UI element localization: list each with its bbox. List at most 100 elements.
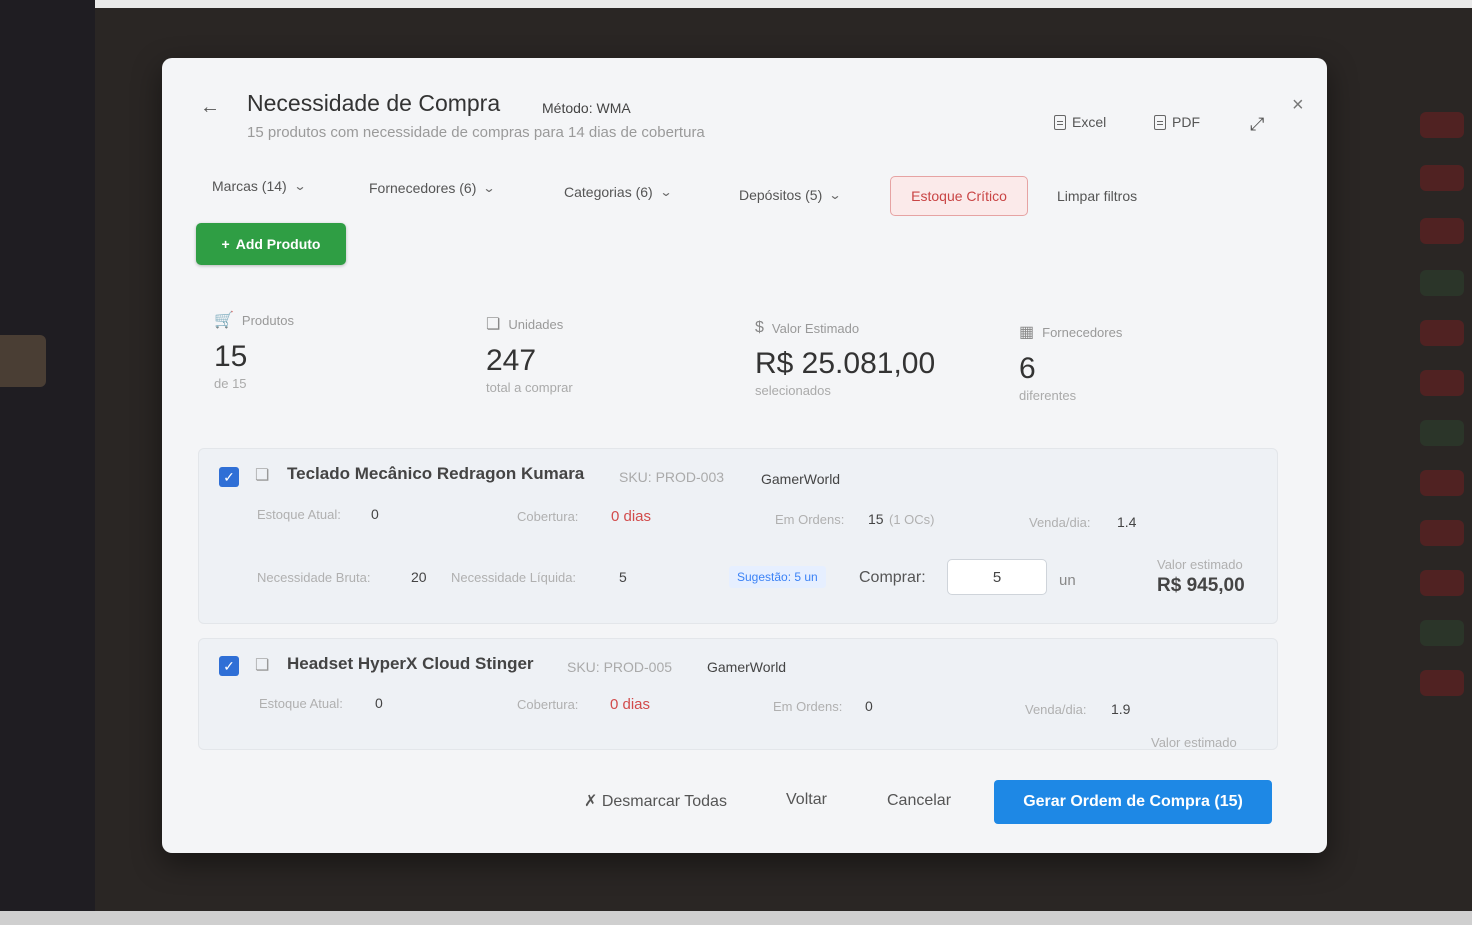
bruta-value: 20 <box>411 569 427 585</box>
background-row <box>1420 570 1464 596</box>
clear-filters-link[interactable]: Limpar filtros <box>1057 188 1137 204</box>
liquida-label: Necessidade Líquida: <box>451 570 577 585</box>
chevron-down-icon: ⌄ <box>482 181 496 195</box>
stat-valor-sub: selecionados <box>755 383 831 398</box>
pdf-button[interactable]: PDF <box>1154 114 1200 130</box>
valor-estimado-label: Valor estimado <box>1157 557 1243 572</box>
product-checkbox[interactable]: ✓ <box>219 656 239 676</box>
excel-button[interactable]: Excel <box>1054 114 1106 130</box>
background-row <box>1420 420 1464 446</box>
stat-valor: $ Valor Estimado R$ 25.081,00 selecionado… <box>755 319 935 398</box>
valor-estimado-label: Valor estimado <box>1151 735 1237 750</box>
close-icon[interactable]: × <box>1292 94 1304 117</box>
background-row <box>1420 112 1464 138</box>
sugestao-badge: Sugestão: 5 un <box>729 566 826 588</box>
stat-produtos-value: 15 <box>214 340 248 373</box>
add-product-button[interactable]: + Add Produto <box>196 223 346 265</box>
add-product-label: Add Produto <box>235 236 321 252</box>
purchase-need-modal: ← Necessidade de Compra Método: WMA 15 p… <box>162 58 1327 853</box>
product-supplier: GamerWorld <box>761 471 841 487</box>
ordens-extra: (1 OCs) <box>889 512 935 527</box>
stat-unidades-value: 247 <box>486 344 537 377</box>
ordens-label: Em Ordens: <box>775 512 845 527</box>
ordens-label: Em Ordens: <box>773 699 843 714</box>
filter-fornecedores-label: Fornecedores (6) <box>369 180 477 196</box>
estoque-label: Estoque Atual: <box>259 696 343 711</box>
chevron-down-icon: ⌄ <box>659 185 673 199</box>
product-checkbox[interactable]: ✓ <box>219 467 239 487</box>
background-row <box>1420 218 1464 244</box>
estoque-value: 0 <box>375 695 383 711</box>
cobertura-label: Cobertura: <box>517 697 579 712</box>
product-sku: SKU: PROD-003 <box>619 469 725 485</box>
background-taskbar <box>0 911 1472 925</box>
method-label: Método: WMA <box>542 100 631 116</box>
cobertura-value: 0 dias <box>610 696 651 713</box>
filter-marcas-label: Marcas (14) <box>212 178 287 194</box>
background-header <box>95 0 1472 8</box>
ordens-value: 15 <box>868 511 884 527</box>
background-row <box>1420 370 1464 396</box>
venda-label: Venda/dia: <box>1025 702 1087 717</box>
ordens-value: 0 <box>865 698 873 714</box>
venda-label: Venda/dia: <box>1029 515 1091 530</box>
building-icon: ▦ <box>1019 324 1035 341</box>
product-sku: SKU: PROD-005 <box>567 659 673 675</box>
pdf-label: PDF <box>1172 114 1200 130</box>
product-supplier: GamerWorld <box>707 659 787 675</box>
stat-produtos: 🛒 Produtos 15 de 15 <box>214 310 294 391</box>
stat-valor-value: R$ 25.081,00 <box>755 347 936 380</box>
file-icon <box>1054 114 1066 130</box>
background-row <box>1420 320 1464 346</box>
valor-estimado-value: R$ 945,00 <box>1157 575 1245 596</box>
expand-icon[interactable]: ⤢ <box>1250 114 1264 135</box>
cart-icon: 🛒 <box>214 312 234 329</box>
chevron-down-icon: ⌄ <box>828 188 842 202</box>
product-card: ✓ ❏ Headset HyperX Cloud Stinger SKU: PR… <box>198 638 1278 750</box>
comprar-input[interactable]: 5 <box>947 559 1047 595</box>
filter-depositos-label: Depósitos (5) <box>739 187 823 203</box>
liquida-value: 5 <box>619 569 627 585</box>
cancel-button[interactable]: Cancelar <box>887 792 951 810</box>
stat-valor-label: Valor Estimado <box>771 320 860 336</box>
unit-label: un <box>1059 572 1076 589</box>
deselect-all-button[interactable]: ✗ Desmarcar Todas <box>584 791 727 811</box>
stat-unidades-label: Unidades <box>508 316 564 332</box>
stat-fornecedores-label: Fornecedores <box>1042 324 1123 340</box>
stat-fornecedores-value: 6 <box>1019 352 1036 385</box>
estoque-value: 0 <box>371 506 379 522</box>
filter-bar: Marcas (14) ⌄ Fornecedores (6) ⌄ Categor… <box>212 176 1212 216</box>
stat-fornecedores-sub: diferentes <box>1019 388 1077 403</box>
package-icon: ❏ <box>255 467 270 484</box>
estoque-critico-toggle[interactable]: Estoque Crítico <box>890 176 1028 216</box>
filter-depositos[interactable]: Depósitos (5) ⌄ <box>739 187 842 203</box>
back-button[interactable]: Voltar <box>786 791 827 809</box>
background-row <box>1420 520 1464 546</box>
chevron-down-icon: ⌄ <box>293 179 307 193</box>
estoque-label: Estoque Atual: <box>257 507 341 522</box>
background-row <box>1420 670 1464 696</box>
venda-value: 1.4 <box>1117 514 1137 530</box>
product-name: Teclado Mecânico Redragon Kumara <box>287 464 585 483</box>
comprar-label: Comprar: <box>859 569 926 586</box>
back-arrow-icon[interactable]: ← <box>200 96 220 119</box>
excel-label: Excel <box>1072 114 1107 130</box>
background-row <box>1420 165 1464 191</box>
product-name: Headset HyperX Cloud Stinger <box>287 654 534 673</box>
background-row <box>1420 470 1464 496</box>
background-sidebar-item <box>0 335 46 387</box>
generate-order-button[interactable]: Gerar Ordem de Compra (15) <box>994 780 1272 824</box>
modal-subtitle: 15 produtos com necessidade de compras p… <box>247 124 705 141</box>
modal-title: Necessidade de Compra <box>247 90 501 116</box>
filter-marcas[interactable]: Marcas (14) ⌄ <box>212 178 307 194</box>
product-card: ✓ ❏ Teclado Mecânico Redragon Kumara SKU… <box>198 448 1278 624</box>
cobertura-value: 0 dias <box>611 508 652 525</box>
bruta-label: Necessidade Bruta: <box>257 570 371 585</box>
package-icon: ❏ <box>255 657 270 674</box>
filter-categorias[interactable]: Categorias (6) ⌄ <box>564 184 673 200</box>
box-icon: ❏ <box>486 316 501 333</box>
plus-icon: + <box>221 236 230 252</box>
background-row <box>1420 620 1464 646</box>
stat-fornecedores: ▦ Fornecedores 6 diferentes <box>1019 322 1122 403</box>
filter-fornecedores[interactable]: Fornecedores (6) ⌄ <box>369 180 496 196</box>
